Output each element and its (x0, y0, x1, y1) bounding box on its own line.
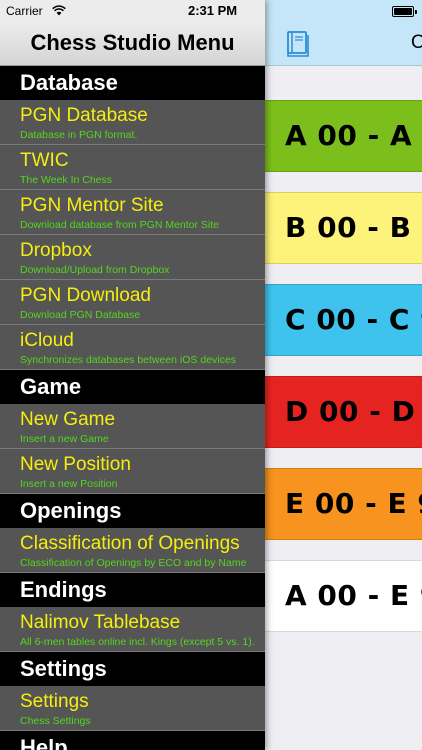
eco-band-label: B 00 - B 9 (285, 211, 422, 244)
menu-item-title: TWIC (20, 150, 69, 171)
eco-band-5[interactable]: A 00 - E 9 (265, 560, 422, 632)
menu-item-subtitle: Download/Upload from Dropbox (20, 264, 170, 276)
section-header-settings: Settings (0, 652, 265, 686)
menu-item-title: Dropbox (20, 240, 92, 261)
section-header-label: Game (20, 374, 82, 399)
menu-item-settings[interactable]: Settings Chess Settings (0, 686, 265, 731)
right-navigation-bar: O (265, 22, 422, 66)
eco-band-2[interactable]: C 00 - C 9 (265, 284, 422, 356)
section-header-label: Settings (20, 656, 107, 681)
menu-item-classification-of-openings[interactable]: Classification of Openings Classification… (0, 528, 265, 573)
menu-item-subtitle: Download database from PGN Mentor Site (20, 219, 220, 231)
menu-item-icloud[interactable]: iCloud Synchronizes databases between iOS… (0, 325, 265, 370)
section-header-openings: Openings (0, 494, 265, 528)
menu-item-subtitle: Insert a new Position (20, 478, 118, 490)
section-header-help: Help (0, 731, 265, 750)
nav-title: O (411, 32, 422, 53)
right-status-bar (265, 0, 422, 22)
menu-item-title: Classification of Openings (20, 533, 240, 554)
menu-item-title: Nalimov Tablebase (20, 612, 181, 633)
wifi-icon (52, 5, 66, 16)
menu-item-pgn-mentor-site[interactable]: PGN Mentor Site Download database from PG… (0, 190, 265, 235)
menu-item-new-position[interactable]: New Position Insert a new Position (0, 449, 265, 494)
menu-item-twic[interactable]: TWIC The Week In Chess (0, 145, 265, 190)
menu-item-title: PGN Download (20, 285, 151, 306)
section-header-label: Help (20, 735, 68, 750)
menu-item-subtitle: All 6-men tables online incl. Kings (exc… (20, 636, 255, 648)
status-time: 2:31 PM (188, 3, 238, 18)
battery-icon (392, 6, 417, 17)
eco-band-4[interactable]: E 00 - E 9 (265, 468, 422, 540)
menu-item-subtitle: Synchronizes databases between iOS devic… (20, 354, 236, 366)
menu-item-dropbox[interactable]: Dropbox Download/Upload from Dropbox (0, 235, 265, 280)
book-icon[interactable] (285, 30, 311, 58)
eco-band-1[interactable]: B 00 - B 9 (265, 192, 422, 264)
section-header-label: Endings (20, 577, 107, 602)
menu-item-title: iCloud (20, 330, 74, 351)
eco-band-label: D 00 - D (285, 395, 416, 428)
carrier-label: Carrier (6, 4, 43, 18)
menu-title: Chess Studio Menu (30, 30, 235, 55)
eco-band-0[interactable]: A 00 - A (265, 100, 422, 172)
eco-band-3[interactable]: D 00 - D (265, 376, 422, 448)
menu-item-subtitle: Chess Settings (20, 715, 91, 727)
menu-title-bar: Chess Studio Menu (0, 22, 265, 66)
menu-item-subtitle: Classification of Openings by ECO and by… (20, 557, 247, 569)
menu-item-subtitle: The Week In Chess (20, 174, 113, 186)
menu-item-title: New Position (20, 454, 131, 475)
menu-item-title: PGN Mentor Site (20, 195, 164, 216)
menu-item-subtitle: Download PGN Database (20, 309, 141, 321)
section-header-endings: Endings (0, 573, 265, 607)
menu-item-title: New Game (20, 409, 116, 430)
eco-band-label: A 00 - A (285, 119, 413, 152)
menu-item-pgn-download[interactable]: PGN Download Download PGN Database (0, 280, 265, 325)
menu-item-subtitle: Insert a new Game (20, 433, 109, 445)
section-header-game: Game (0, 370, 265, 404)
menu-item-nalimov-tablebase[interactable]: Nalimov Tablebase All 6-men tables online… (0, 607, 265, 652)
eco-band-label: A 00 - E 9 (285, 579, 422, 612)
eco-band-label: C 00 - C 9 (285, 303, 422, 336)
menu-item-title: PGN Database (20, 105, 148, 126)
menu-item-title: Settings (20, 691, 89, 712)
eco-band-label: E 00 - E 9 (285, 487, 422, 520)
menu-item-subtitle: Database in PGN format. (20, 129, 138, 141)
section-header-label: Openings (20, 498, 122, 523)
status-bar: Carrier 2:31 PM (0, 0, 265, 22)
menu-item-new-game[interactable]: New Game Insert a new Game (0, 404, 265, 449)
section-header-database: Database (0, 66, 265, 100)
section-header-label: Database (20, 70, 118, 95)
opening-classification-panel: O A 00 - A B 00 - B 9 C 00 - C 9 D 00 - D E … (265, 0, 422, 750)
side-menu: Carrier 2:31 PM Chess Studio Menu Databa… (0, 0, 265, 750)
menu-item-pgn-database[interactable]: PGN Database Database in PGN format. (0, 100, 265, 145)
